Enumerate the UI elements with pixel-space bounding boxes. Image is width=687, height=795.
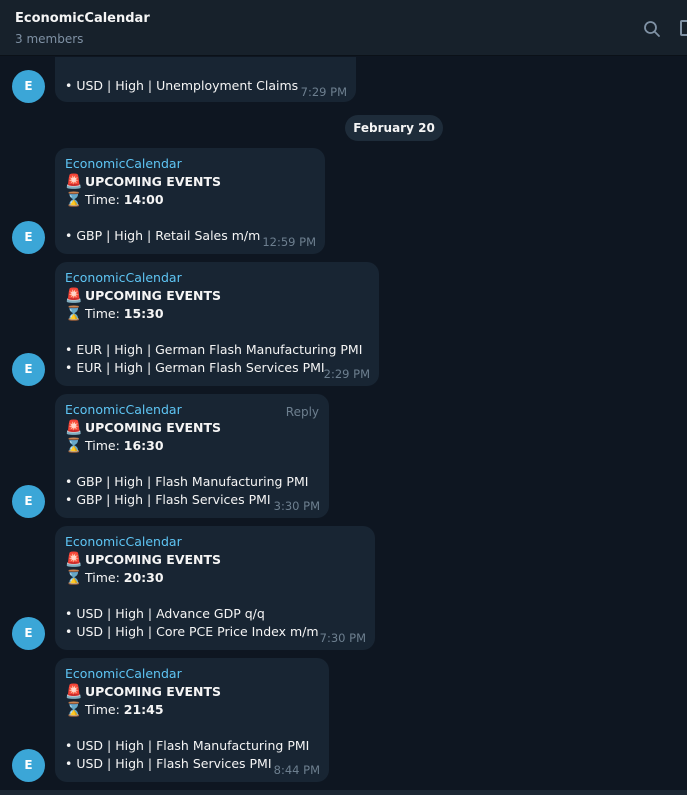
time-value: 21:45 xyxy=(123,702,164,717)
event-line: • USD | High | Unemployment Claims xyxy=(65,78,299,93)
avatar[interactable]: E xyxy=(12,70,45,103)
event-line: • USD | High | Advance GDP q/q xyxy=(65,606,265,621)
message-heading: UPCOMING EVENTS xyxy=(85,684,222,699)
message-heading: UPCOMING EVENTS xyxy=(85,174,222,189)
siren-icon: 🚨 xyxy=(65,174,83,190)
message-bubble[interactable]: EconomicCalendar Reply 🚨 UPCOMING EVENTS … xyxy=(55,394,329,518)
message-heading: UPCOMING EVENTS xyxy=(85,288,222,303)
time-value: 20:30 xyxy=(123,570,164,585)
sidebar-toggle-icon[interactable] xyxy=(680,20,687,36)
event-line: • USD | High | Core PCE Price Index m/m xyxy=(65,624,319,639)
time-label: Time: xyxy=(85,702,124,717)
composer-edge xyxy=(0,790,687,795)
event-line: • USD | High | Flash Manufacturing PMI xyxy=(65,738,310,753)
time-value: 15:30 xyxy=(123,306,164,321)
date-separator: February 20 xyxy=(345,115,443,141)
hourglass-icon: ⌛ xyxy=(65,438,83,454)
hourglass-icon: ⌛ xyxy=(65,702,83,718)
message-timestamp: 3:30 PM xyxy=(273,499,320,513)
message-timestamp: 7:30 PM xyxy=(319,631,366,645)
message-timestamp: 12:59 PM xyxy=(262,235,316,249)
event-line: • USD | High | Flash Services PMI xyxy=(65,756,272,771)
message-bubble[interactable]: • USD | High | Unemployment Claims 7:29 … xyxy=(55,57,356,102)
event-line: • EUR | High | German Flash Manufacturin… xyxy=(65,342,363,357)
search-icon[interactable] xyxy=(643,20,661,38)
siren-icon: 🚨 xyxy=(65,552,83,568)
chat-title[interactable]: EconomicCalendar xyxy=(15,11,150,26)
hourglass-icon: ⌛ xyxy=(65,570,83,586)
message-heading: UPCOMING EVENTS xyxy=(85,552,222,567)
reply-button[interactable]: Reply xyxy=(286,403,319,421)
message-list[interactable]: • USD | High | Unemployment Claims 7:29 … xyxy=(0,57,687,795)
time-label: Time: xyxy=(85,438,124,453)
avatar[interactable]: E xyxy=(12,353,45,386)
time-label: Time: xyxy=(85,570,124,585)
hourglass-icon: ⌛ xyxy=(65,306,83,322)
sender-name[interactable]: EconomicCalendar xyxy=(65,533,182,551)
siren-icon: 🚨 xyxy=(65,684,83,700)
message-timestamp: 2:29 PM xyxy=(323,367,370,381)
sender-name[interactable]: EconomicCalendar xyxy=(65,155,182,173)
time-label: Time: xyxy=(85,306,124,321)
time-value: 14:00 xyxy=(123,192,164,207)
message-timestamp: 8:44 PM xyxy=(273,763,320,777)
event-line: • GBP | High | Flash Services PMI xyxy=(65,492,271,507)
siren-icon: 🚨 xyxy=(65,288,83,304)
sender-name[interactable]: EconomicCalendar xyxy=(65,401,182,419)
time-value: 16:30 xyxy=(123,438,164,453)
hourglass-icon: ⌛ xyxy=(65,192,83,208)
member-count: 3 members xyxy=(15,32,84,46)
message-timestamp: 7:29 PM xyxy=(300,85,347,99)
message-bubble[interactable]: EconomicCalendar 🚨 UPCOMING EVENTS ⌛ Time:… xyxy=(55,526,375,650)
sender-name[interactable]: EconomicCalendar xyxy=(65,269,182,287)
event-line: • EUR | High | German Flash Services PMI xyxy=(65,360,325,375)
event-line: • GBP | High | Flash Manufacturing PMI xyxy=(65,474,309,489)
avatar[interactable]: E xyxy=(12,617,45,650)
message-bubble[interactable]: EconomicCalendar 🚨 UPCOMING EVENTS ⌛ Time:… xyxy=(55,262,379,386)
avatar[interactable]: E xyxy=(12,485,45,518)
message-bubble[interactable]: EconomicCalendar 🚨 UPCOMING EVENTS ⌛ Time:… xyxy=(55,148,325,254)
avatar[interactable]: E xyxy=(12,221,45,254)
time-label: Time: xyxy=(85,192,124,207)
siren-icon: 🚨 xyxy=(65,420,83,436)
message-heading: UPCOMING EVENTS xyxy=(85,420,222,435)
message-bubble[interactable]: EconomicCalendar 🚨 UPCOMING EVENTS ⌛ Time:… xyxy=(55,658,329,782)
sender-name[interactable]: EconomicCalendar xyxy=(65,665,182,683)
event-line: • GBP | High | Retail Sales m/m xyxy=(65,228,261,243)
avatar[interactable]: E xyxy=(12,749,45,782)
chat-header[interactable]: EconomicCalendar 3 members xyxy=(0,0,687,56)
